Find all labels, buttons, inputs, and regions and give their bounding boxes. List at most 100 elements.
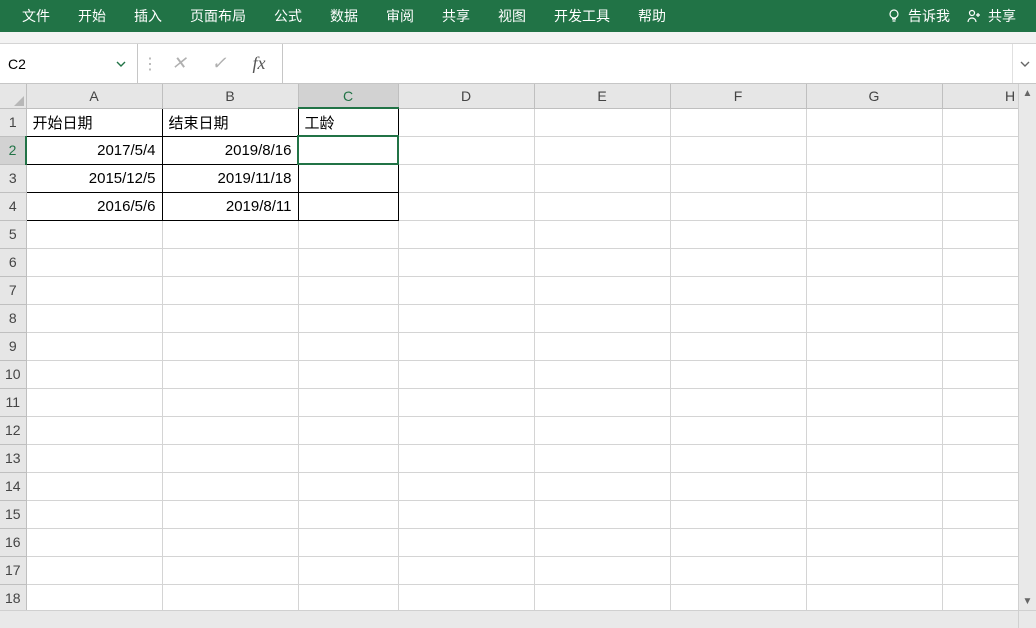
- row-header-15[interactable]: 15: [0, 500, 26, 528]
- col-header-h[interactable]: H: [942, 84, 1018, 108]
- cell-F5[interactable]: [670, 220, 806, 248]
- cell-C12[interactable]: [298, 416, 398, 444]
- cell-D3[interactable]: [398, 164, 534, 192]
- cell-D6[interactable]: [398, 248, 534, 276]
- cell-C6[interactable]: [298, 248, 398, 276]
- cell-E7[interactable]: [534, 276, 670, 304]
- cell-F14[interactable]: [670, 472, 806, 500]
- cell-C16[interactable]: [298, 528, 398, 556]
- cell-H1[interactable]: [942, 108, 1018, 136]
- cell-C3[interactable]: [298, 164, 398, 192]
- cell-H2[interactable]: [942, 136, 1018, 164]
- row-header-10[interactable]: 10: [0, 360, 26, 388]
- col-header-a[interactable]: A: [26, 84, 162, 108]
- row-header-11[interactable]: 11: [0, 388, 26, 416]
- cell-F15[interactable]: [670, 500, 806, 528]
- cell-A5[interactable]: [26, 220, 162, 248]
- row-header-17[interactable]: 17: [0, 556, 26, 584]
- cell-B18[interactable]: [162, 584, 298, 610]
- row-header-9[interactable]: 9: [0, 332, 26, 360]
- row-header-12[interactable]: 12: [0, 416, 26, 444]
- cell-B12[interactable]: [162, 416, 298, 444]
- cell-H4[interactable]: [942, 192, 1018, 220]
- cell-G11[interactable]: [806, 388, 942, 416]
- cell-E17[interactable]: [534, 556, 670, 584]
- tab-help[interactable]: 帮助: [624, 0, 680, 32]
- cell-E14[interactable]: [534, 472, 670, 500]
- cell-B4[interactable]: 2019/8/11: [162, 192, 298, 220]
- insert-function-button[interactable]: fx: [242, 44, 276, 84]
- cell-A4[interactable]: 2016/5/6: [26, 192, 162, 220]
- cell-A6[interactable]: [26, 248, 162, 276]
- formula-input[interactable]: [283, 44, 1012, 83]
- col-header-d[interactable]: D: [398, 84, 534, 108]
- formula-bar-expand[interactable]: [1012, 44, 1036, 83]
- cell-D5[interactable]: [398, 220, 534, 248]
- scroll-down-arrow-icon[interactable]: ▼: [1019, 592, 1036, 610]
- cell-E1[interactable]: [534, 108, 670, 136]
- cell-A15[interactable]: [26, 500, 162, 528]
- cell-G5[interactable]: [806, 220, 942, 248]
- cell-A9[interactable]: [26, 332, 162, 360]
- cell-F9[interactable]: [670, 332, 806, 360]
- cell-C18[interactable]: [298, 584, 398, 610]
- cell-E11[interactable]: [534, 388, 670, 416]
- cell-G8[interactable]: [806, 304, 942, 332]
- cell-H13[interactable]: [942, 444, 1018, 472]
- cell-F18[interactable]: [670, 584, 806, 610]
- cell-H9[interactable]: [942, 332, 1018, 360]
- row-header-1[interactable]: 1: [0, 108, 26, 136]
- tab-share[interactable]: 共享: [428, 0, 484, 32]
- tab-formulas[interactable]: 公式: [260, 0, 316, 32]
- tab-data[interactable]: 数据: [316, 0, 372, 32]
- cell-C4[interactable]: [298, 192, 398, 220]
- cell-B5[interactable]: [162, 220, 298, 248]
- cell-C17[interactable]: [298, 556, 398, 584]
- cell-F1[interactable]: [670, 108, 806, 136]
- tab-home[interactable]: 开始: [64, 0, 120, 32]
- cell-G17[interactable]: [806, 556, 942, 584]
- cell-C5[interactable]: [298, 220, 398, 248]
- cell-B6[interactable]: [162, 248, 298, 276]
- cell-G10[interactable]: [806, 360, 942, 388]
- row-header-4[interactable]: 4: [0, 192, 26, 220]
- cell-A13[interactable]: [26, 444, 162, 472]
- cell-A14[interactable]: [26, 472, 162, 500]
- cell-D15[interactable]: [398, 500, 534, 528]
- cell-H16[interactable]: [942, 528, 1018, 556]
- cell-B14[interactable]: [162, 472, 298, 500]
- tab-developer[interactable]: 开发工具: [540, 0, 624, 32]
- cell-D12[interactable]: [398, 416, 534, 444]
- cell-A11[interactable]: [26, 388, 162, 416]
- col-header-b[interactable]: B: [162, 84, 298, 108]
- cell-D10[interactable]: [398, 360, 534, 388]
- cell-H17[interactable]: [942, 556, 1018, 584]
- grid-viewport[interactable]: A B C D E F G H I 1开始日期结束日期工龄22017/5/420…: [0, 84, 1018, 610]
- cell-H8[interactable]: [942, 304, 1018, 332]
- row-header-5[interactable]: 5: [0, 220, 26, 248]
- cell-B8[interactable]: [162, 304, 298, 332]
- cell-G9[interactable]: [806, 332, 942, 360]
- cell-D17[interactable]: [398, 556, 534, 584]
- cell-D7[interactable]: [398, 276, 534, 304]
- cell-B15[interactable]: [162, 500, 298, 528]
- tab-insert[interactable]: 插入: [120, 0, 176, 32]
- share-button[interactable]: 共享: [966, 6, 1016, 26]
- cell-A17[interactable]: [26, 556, 162, 584]
- cell-F13[interactable]: [670, 444, 806, 472]
- cell-F10[interactable]: [670, 360, 806, 388]
- cell-A12[interactable]: [26, 416, 162, 444]
- tab-view[interactable]: 视图: [484, 0, 540, 32]
- row-header-6[interactable]: 6: [0, 248, 26, 276]
- name-box-dropdown[interactable]: [108, 44, 134, 83]
- cell-B3[interactable]: 2019/11/18: [162, 164, 298, 192]
- cell-A1[interactable]: 开始日期: [26, 108, 162, 136]
- row-header-7[interactable]: 7: [0, 276, 26, 304]
- cell-H11[interactable]: [942, 388, 1018, 416]
- cell-H10[interactable]: [942, 360, 1018, 388]
- cell-A8[interactable]: [26, 304, 162, 332]
- cell-G16[interactable]: [806, 528, 942, 556]
- cell-C1[interactable]: 工龄: [298, 108, 398, 136]
- scroll-up-arrow-icon[interactable]: ▲: [1019, 84, 1036, 102]
- cell-D16[interactable]: [398, 528, 534, 556]
